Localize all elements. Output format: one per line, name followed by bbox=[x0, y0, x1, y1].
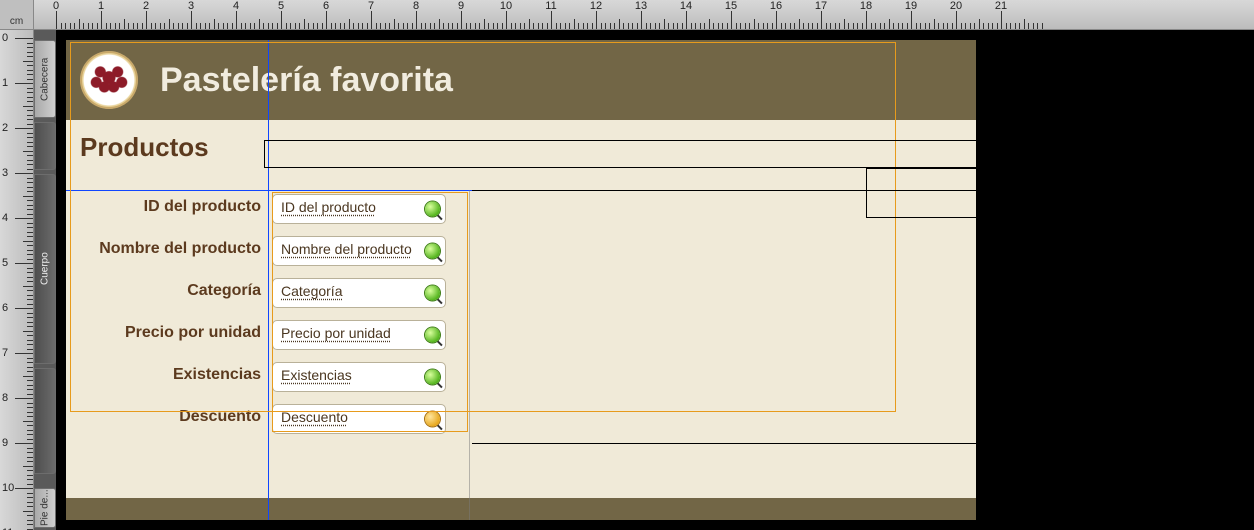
field-row: Descuento Descuento bbox=[66, 400, 976, 442]
section-title[interactable]: Productos bbox=[80, 132, 209, 163]
field-label[interactable]: Categoría bbox=[66, 282, 261, 300]
field-input[interactable]: Existencias bbox=[272, 362, 446, 392]
guide-horizontal bbox=[66, 190, 976, 191]
field-input[interactable]: Nombre del producto bbox=[272, 236, 446, 266]
field-label[interactable]: Nombre del producto bbox=[66, 240, 261, 258]
ruler-v-num: 0 bbox=[2, 32, 8, 44]
magnifier-icon[interactable] bbox=[425, 202, 440, 217]
section-title-band: Productos bbox=[66, 120, 976, 176]
layout-header[interactable]: Pastelería favorita bbox=[66, 40, 976, 120]
field-input[interactable]: Categoría bbox=[272, 278, 446, 308]
section-tab-body-spacer1[interactable] bbox=[34, 122, 56, 170]
design-area[interactable]: Pastelería favorita Productos ID del pro… bbox=[66, 40, 976, 520]
field-label[interactable]: Existencias bbox=[66, 366, 261, 384]
ruler-v-num: 6 bbox=[2, 302, 8, 314]
ruler-v-num: 8 bbox=[2, 392, 8, 404]
magnifier-icon[interactable] bbox=[425, 244, 440, 259]
ruler-h-num: 5 bbox=[278, 0, 284, 12]
ruler-h-num: 12 bbox=[590, 0, 602, 12]
section-tab-body-spacer2[interactable] bbox=[34, 368, 56, 474]
ruler-v-num: 1 bbox=[2, 77, 8, 89]
section-strip: Cabecera Cuerpo Pie de... bbox=[34, 30, 56, 530]
ruler-v-num: 2 bbox=[2, 122, 8, 134]
ruler-v-num: 3 bbox=[2, 167, 8, 179]
magnifier-icon[interactable] bbox=[425, 412, 440, 427]
ruler-corner: cm bbox=[0, 0, 34, 30]
layout-title[interactable]: Pastelería favorita bbox=[160, 61, 453, 100]
ruler-h-num: 7 bbox=[368, 0, 374, 12]
ruler-v-num: 10 bbox=[2, 482, 14, 494]
field-row: ID del producto ID del producto bbox=[66, 190, 976, 232]
guide-split bbox=[469, 190, 470, 520]
fields-area: ID del producto ID del producto Nombre del… bbox=[66, 190, 976, 442]
design-canvas[interactable]: Pastelería favorita Productos ID del pro… bbox=[56, 30, 1254, 530]
field-row: Nombre del producto Nombre del producto bbox=[66, 232, 976, 274]
field-row: Existencias Existencias bbox=[66, 358, 976, 400]
ruler-v-num: 9 bbox=[2, 437, 8, 449]
ruler-h-num: 14 bbox=[680, 0, 692, 12]
ruler-h-num: 13 bbox=[635, 0, 647, 12]
field-input[interactable]: ID del producto bbox=[272, 194, 446, 224]
ruler-h-num: 15 bbox=[725, 0, 737, 12]
ruler-h-num: 21 bbox=[995, 0, 1007, 12]
ruler-h-num: 6 bbox=[323, 0, 329, 12]
ruler-vertical[interactable]: 01234567891011 bbox=[0, 30, 34, 530]
magnifier-icon[interactable] bbox=[425, 370, 440, 385]
field-row: Precio por unidad Precio por unidad bbox=[66, 316, 976, 358]
ruler-h-num: 10 bbox=[500, 0, 512, 12]
ruler-h-num: 18 bbox=[860, 0, 872, 12]
field-label[interactable]: Descuento bbox=[66, 408, 261, 426]
layout-footer[interactable] bbox=[66, 498, 976, 520]
ruler-h-num: 4 bbox=[233, 0, 239, 12]
section-tab-footer[interactable]: Pie de... bbox=[34, 488, 56, 528]
guide-vertical bbox=[268, 40, 269, 520]
ruler-h-num: 20 bbox=[950, 0, 962, 12]
cake-icon bbox=[80, 51, 138, 109]
magnifier-icon[interactable] bbox=[425, 286, 440, 301]
ruler-h-num: 0 bbox=[53, 0, 59, 12]
ruler-v-num: 5 bbox=[2, 257, 8, 269]
ruler-h-num: 19 bbox=[905, 0, 917, 12]
ruler-h-num: 8 bbox=[413, 0, 419, 12]
field-label[interactable]: ID del producto bbox=[66, 198, 261, 216]
ruler-h-num: 1 bbox=[98, 0, 104, 12]
ruler-v-num: 4 bbox=[2, 212, 8, 224]
section-tab-body[interactable]: Cuerpo bbox=[34, 174, 56, 364]
field-row: Categoría Categoría bbox=[66, 274, 976, 316]
ruler-h-num: 3 bbox=[188, 0, 194, 12]
field-label[interactable]: Precio por unidad bbox=[66, 324, 261, 342]
section-tab-header[interactable]: Cabecera bbox=[34, 40, 56, 118]
magnifier-icon[interactable] bbox=[425, 328, 440, 343]
ruler-h-num: 11 bbox=[545, 0, 556, 12]
ruler-h-num: 16 bbox=[770, 0, 782, 12]
ruler-horizontal[interactable]: 0123456789101112131415161718192021 bbox=[34, 0, 1254, 30]
ruler-v-num: 7 bbox=[2, 347, 8, 359]
field-input[interactable]: Descuento bbox=[272, 404, 446, 434]
ruler-h-num: 9 bbox=[458, 0, 464, 12]
ruler-h-num: 17 bbox=[815, 0, 827, 12]
field-input[interactable]: Precio por unidad bbox=[272, 320, 446, 350]
ruler-h-num: 2 bbox=[143, 0, 149, 12]
